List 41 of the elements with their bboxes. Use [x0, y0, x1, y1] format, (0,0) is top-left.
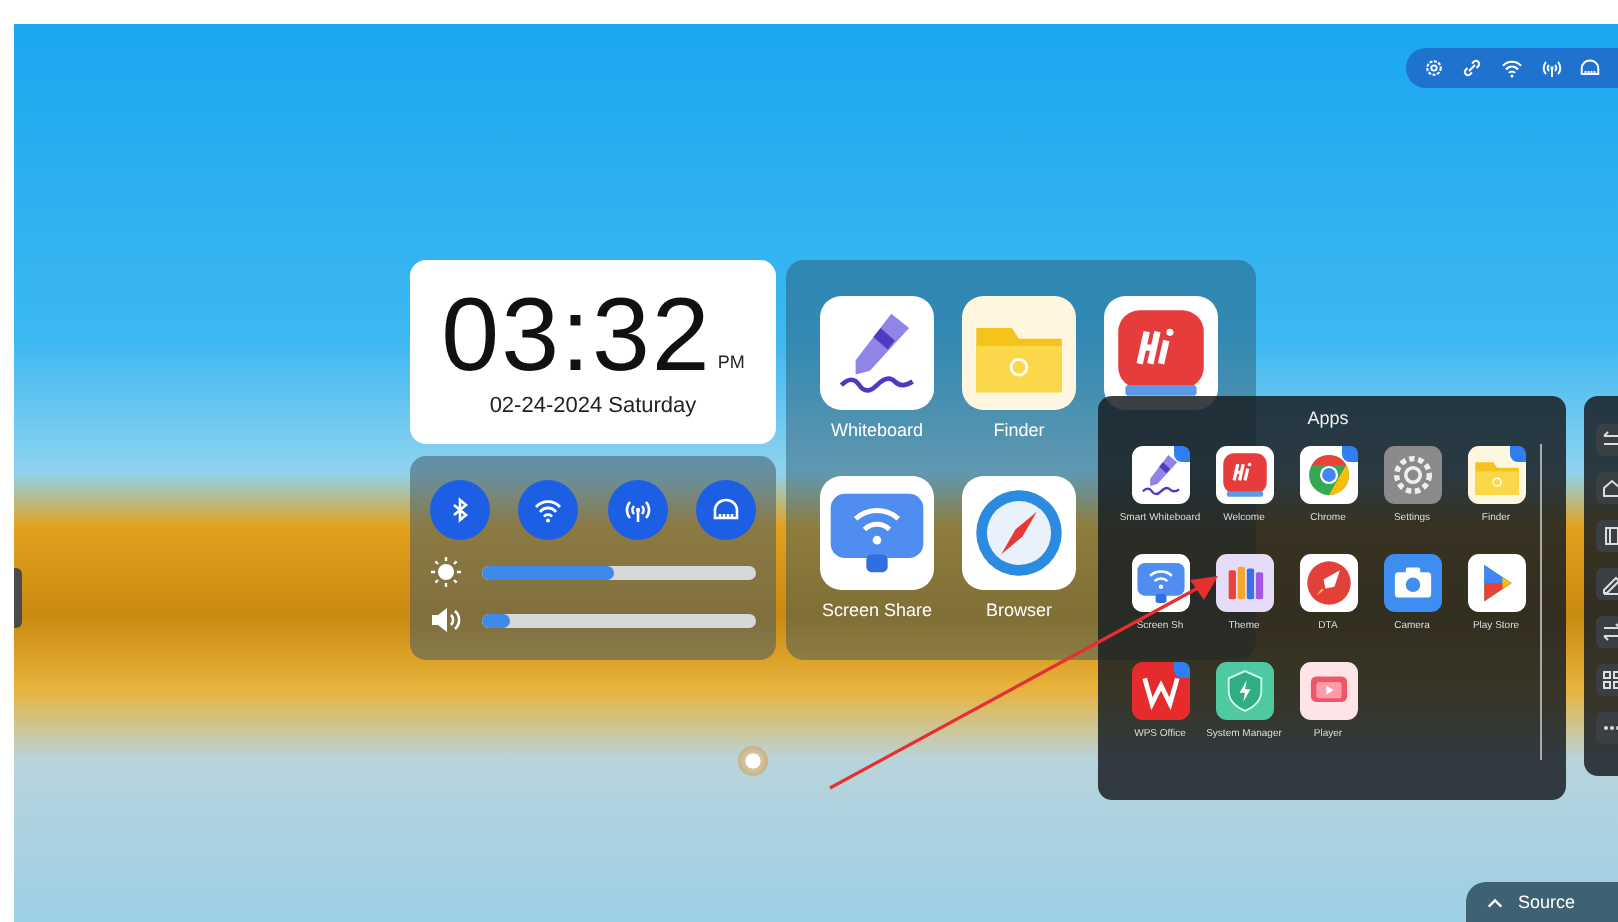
speaker-icon — [430, 604, 462, 636]
pencils-app-icon[interactable] — [1215, 554, 1273, 612]
clock-time: 03:32 — [441, 286, 712, 386]
rocket-app-icon[interactable] — [1299, 554, 1357, 612]
caret-icon — [1486, 893, 1504, 911]
wifi-icon — [532, 494, 565, 526]
source-button[interactable]: Source — [1466, 882, 1618, 922]
compass-app-icon[interactable] — [962, 476, 1076, 590]
clock-date: 02-24-2024 Saturday — [489, 394, 697, 418]
gear-app-icon[interactable] — [1383, 446, 1441, 504]
antenna-toggle[interactable] — [607, 480, 668, 540]
screen-share-app-icon[interactable] — [1131, 554, 1189, 612]
app-label: Screen Share — [821, 600, 933, 620]
volume-slider[interactable] — [482, 613, 756, 627]
app-label: Whiteboard — [830, 420, 924, 440]
wifi-toggle[interactable] — [518, 480, 579, 540]
hi-app-icon[interactable] — [1215, 446, 1273, 504]
shield-app-icon[interactable] — [1215, 662, 1273, 720]
camera-app-icon[interactable] — [1383, 554, 1441, 612]
ethernet-toggle[interactable] — [695, 480, 756, 540]
edge-handle[interactable] — [14, 568, 22, 628]
sun-icon — [430, 556, 462, 588]
pen-app-icon[interactable] — [1131, 446, 1189, 504]
bluetooth-toggle[interactable] — [430, 480, 490, 540]
app-label: Finder — [993, 420, 1045, 440]
pen-app-icon[interactable] — [820, 296, 934, 410]
scrollbar[interactable] — [1539, 444, 1542, 760]
antenna-icon[interactable] — [1539, 56, 1564, 80]
drawer-title: Apps — [1305, 408, 1351, 428]
chrome-app-icon[interactable] — [1299, 446, 1357, 504]
brightness-slider[interactable] — [482, 565, 756, 579]
clock-meridiem: PM — [717, 352, 745, 372]
player-app-icon[interactable] — [1299, 662, 1357, 720]
w-app-icon[interactable] — [1131, 662, 1189, 720]
app-label: Browser — [985, 600, 1052, 620]
play-app-icon[interactable] — [1467, 554, 1525, 612]
folder-app-icon[interactable] — [1467, 446, 1525, 504]
link-icon[interactable] — [1460, 56, 1485, 80]
wifi-icon[interactable] — [1499, 56, 1524, 80]
ethernet-icon[interactable] — [1578, 56, 1603, 80]
gear-icon[interactable] — [1421, 56, 1446, 80]
